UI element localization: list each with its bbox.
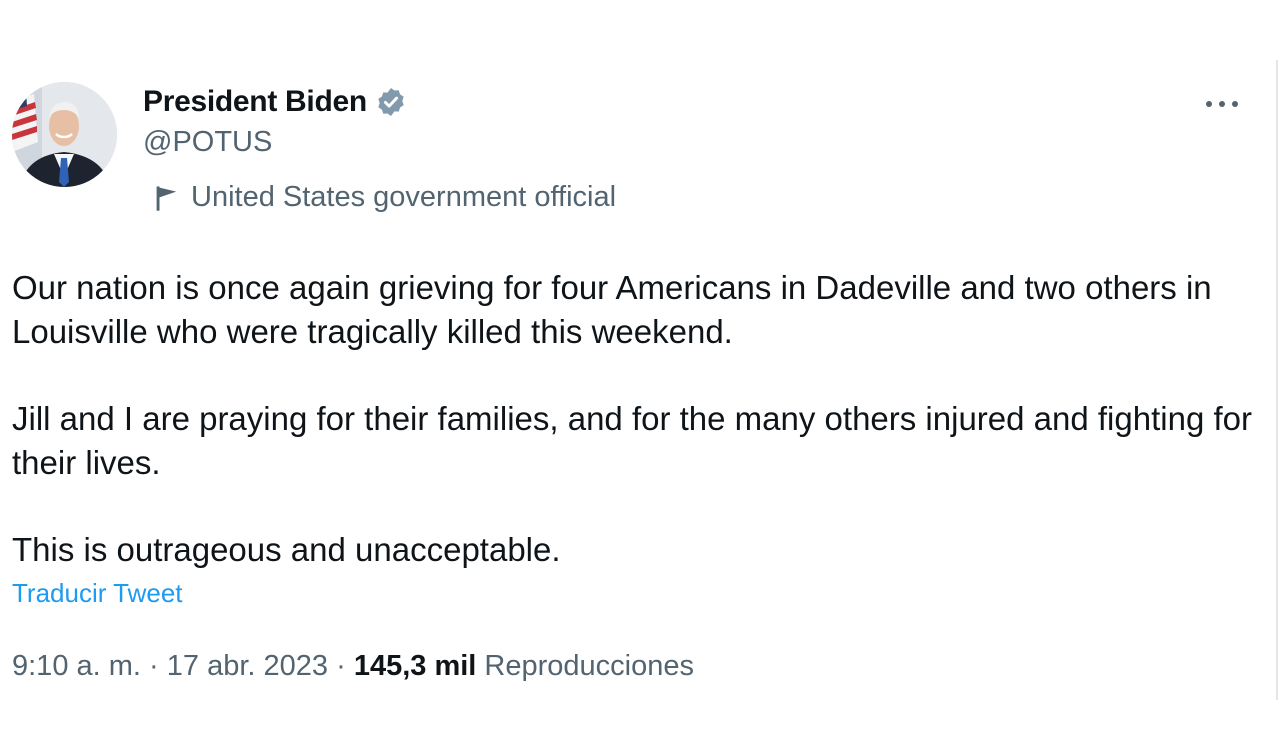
tweet-paragraph-2: Jill and I are praying for their familie… xyxy=(12,400,1252,481)
handle[interactable]: @POTUS xyxy=(143,126,407,159)
tweet-paragraph-1: Our nation is once again grieving for fo… xyxy=(12,269,1212,350)
flag-icon xyxy=(156,185,177,211)
tweet-time[interactable]: 9:10 a. m. xyxy=(12,650,141,682)
views-count[interactable]: 145,3 mil xyxy=(354,650,477,682)
avatar[interactable] xyxy=(12,82,117,187)
translate-tweet-link[interactable]: Traducir Tweet xyxy=(12,578,183,609)
meta-separator: · xyxy=(336,650,346,682)
verified-badge-icon xyxy=(378,88,404,116)
more-options-button[interactable] xyxy=(1200,88,1244,120)
affiliation-label: United States government official xyxy=(153,181,616,214)
tweet-meta: 9:10 a. m. · 17 abr. 2023 · 145,3 mil Re… xyxy=(12,650,694,683)
tweet-date[interactable]: 17 abr. 2023 xyxy=(167,650,328,682)
tweet-paragraph-3: This is outrageous and unacceptable. xyxy=(12,531,561,568)
display-name[interactable]: President Biden xyxy=(143,85,367,119)
more-options-icon xyxy=(1206,101,1238,107)
author-block: President Biden @POTUS xyxy=(143,84,407,159)
panel-edge xyxy=(1276,60,1278,700)
name-row: President Biden xyxy=(143,84,407,120)
views-label[interactable]: Reproducciones xyxy=(484,650,694,682)
affiliation-label-text: United States government official xyxy=(191,181,617,213)
tweet-text: Our nation is once again grieving for fo… xyxy=(12,266,1262,572)
tweet-card: President Biden @POTUS United States gov… xyxy=(0,0,1270,750)
meta-separator: · xyxy=(149,650,159,682)
